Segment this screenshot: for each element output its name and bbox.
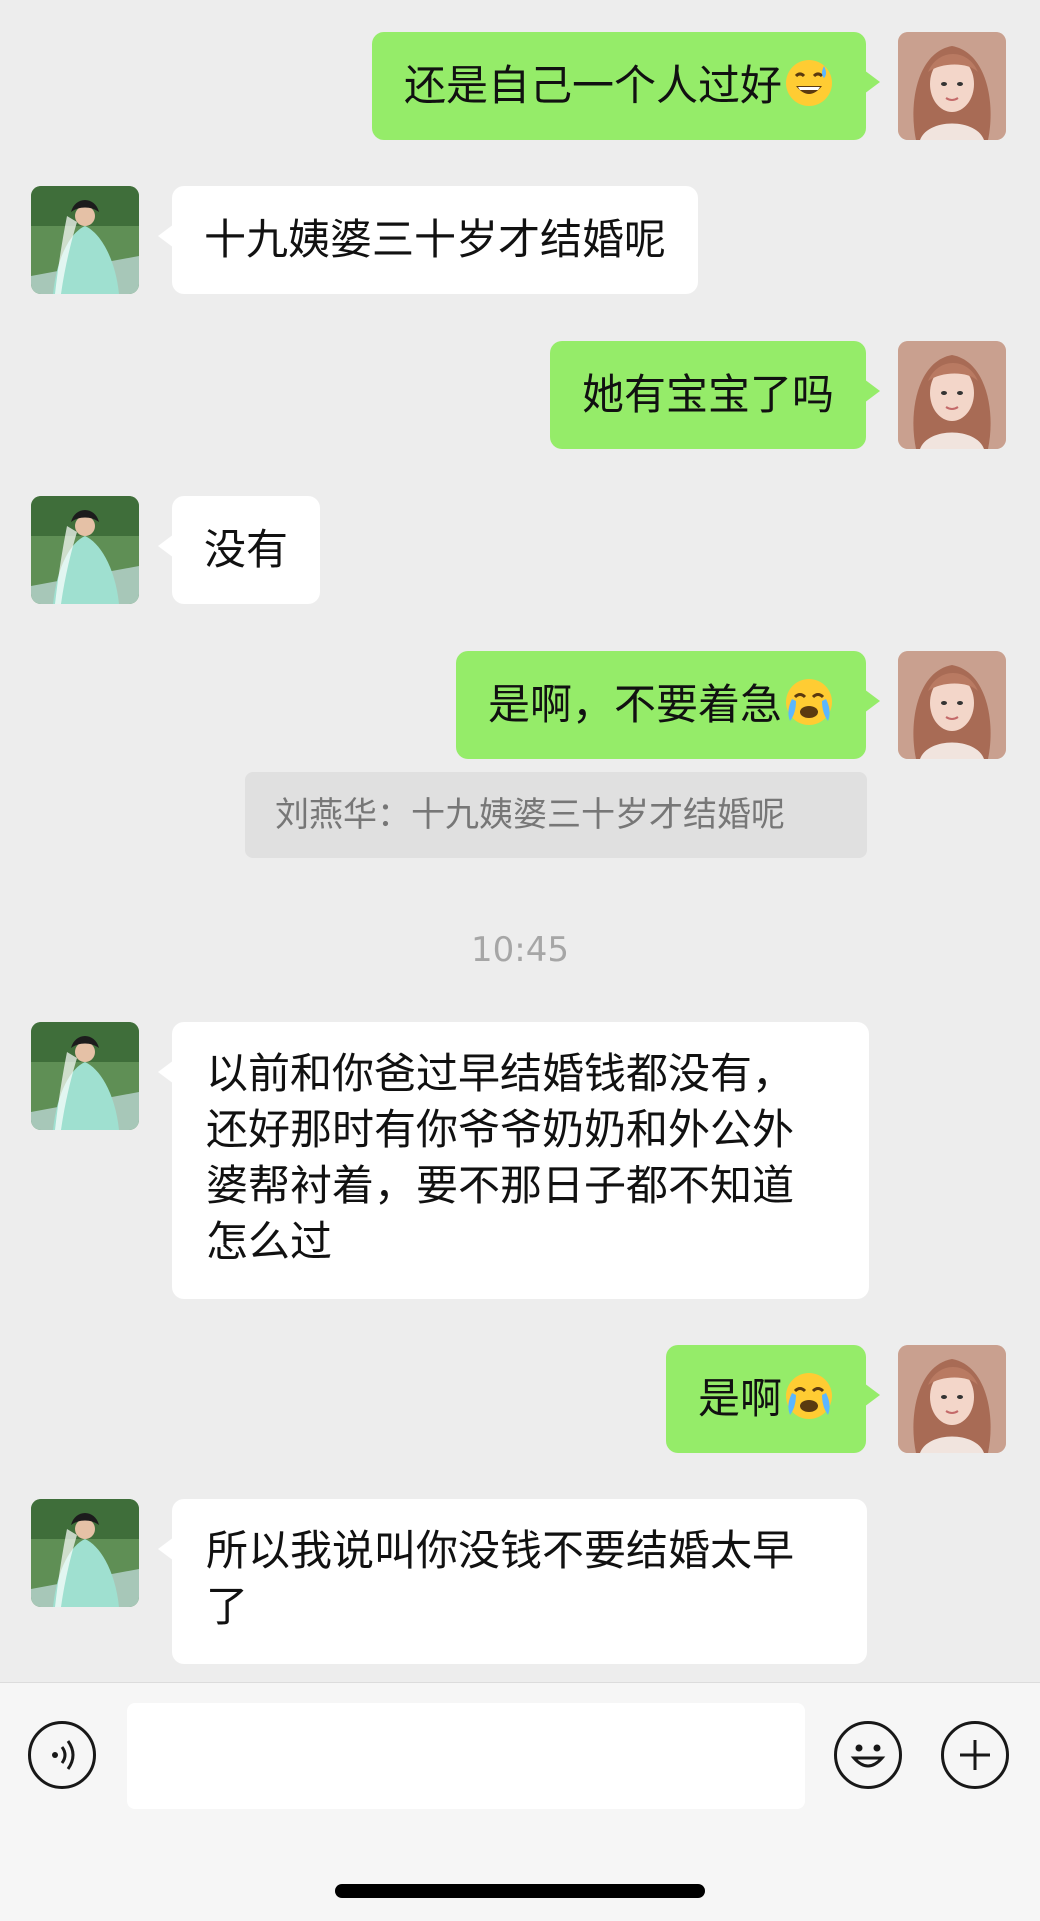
message-bubble-received[interactable]: 以前和你爸过早结婚钱都没有，还好那时有你爷爷奶奶和外公外婆帮衬着，要不那日子都不… xyxy=(158,1022,869,1299)
message-text: 还是自己一个人过好 xyxy=(403,61,782,110)
avatar-self[interactable] xyxy=(898,651,1006,759)
avatar-self[interactable] xyxy=(898,32,1006,140)
avatar-contact[interactable] xyxy=(31,1022,139,1130)
message-bubble-sent[interactable]: 她有宝宝了吗 xyxy=(549,341,881,449)
message-bubble-sent[interactable]: 是啊 xyxy=(665,1345,881,1453)
message-text: 她有宝宝了吗 xyxy=(581,370,834,419)
avatar-self[interactable] xyxy=(898,341,1006,449)
loudly-crying-emoji-icon xyxy=(784,677,834,727)
avatar-contact[interactable] xyxy=(31,186,139,294)
message-bubble-received[interactable]: 十九姨婆三十岁才结婚呢 xyxy=(157,186,699,294)
message-text: 以前和你爸过早结婚钱都没有，还好那时有你爷爷奶奶和外公外婆帮衬着，要不那日子都不… xyxy=(206,1049,795,1266)
voice-button[interactable] xyxy=(28,1721,96,1789)
quoted-message[interactable]: 刘燕华：十九姨婆三十岁才结婚呢 xyxy=(245,772,867,858)
message-text: 所以我说叫你没钱不要结婚太早了 xyxy=(206,1526,795,1631)
loudly-crying-emoji-icon xyxy=(784,1371,834,1421)
emoji-button[interactable] xyxy=(834,1721,902,1789)
message-text: 十九姨婆三十岁才结婚呢 xyxy=(204,215,667,264)
avatar-self[interactable] xyxy=(898,1345,1006,1453)
plus-button[interactable] xyxy=(941,1721,1009,1789)
message-bubble-received[interactable]: 没有 xyxy=(157,496,321,604)
grinning-sweat-emoji-icon xyxy=(784,58,834,108)
message-text: 是啊，不要着急 xyxy=(487,680,782,729)
message-text: 是啊 xyxy=(697,1374,782,1423)
timestamp: 10:45 xyxy=(471,930,569,970)
voice-icon xyxy=(52,1740,75,1770)
message-text: 没有 xyxy=(204,525,289,574)
message-bubble-sent[interactable]: 还是自己一个人过好 xyxy=(371,32,881,140)
avatar-contact[interactable] xyxy=(31,1499,139,1607)
home-indicator[interactable] xyxy=(335,1884,705,1898)
message-input[interactable] xyxy=(127,1703,805,1809)
message-bubble-received[interactable]: 所以我说叫你没钱不要结婚太早了 xyxy=(158,1499,867,1664)
smiley-icon xyxy=(850,1744,886,1768)
avatar-contact[interactable] xyxy=(31,496,139,604)
plus-icon xyxy=(960,1740,990,1770)
message-bubble-sent[interactable]: 是啊，不要着急 xyxy=(455,651,881,759)
